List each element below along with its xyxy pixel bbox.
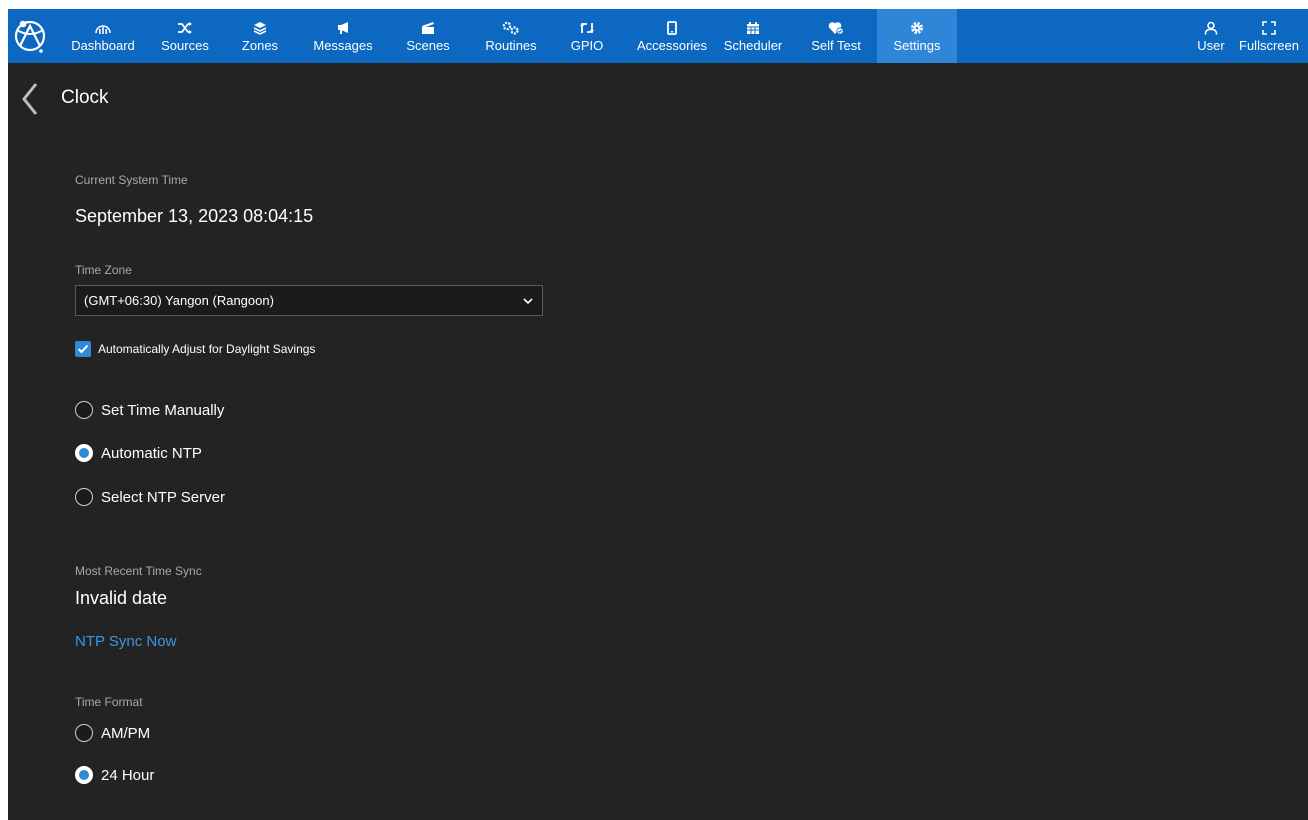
radio-set-time-manually[interactable]: Set Time Manually <box>75 401 224 419</box>
radio-select-ntp-server[interactable]: Select NTP Server <box>75 488 225 506</box>
timezone-label: Time Zone <box>75 263 132 277</box>
timezone-select[interactable]: (GMT+06:30) Yangon (Rangoon) <box>75 285 543 316</box>
dst-checkbox[interactable] <box>75 341 91 357</box>
clapperboard-icon <box>422 22 434 34</box>
nav-fullscreen[interactable]: Fullscreen <box>1234 9 1304 63</box>
brand-logo-icon <box>14 20 46 53</box>
page-title: Clock <box>61 87 109 108</box>
radio-button-selected[interactable] <box>75 444 93 462</box>
radio-button[interactable] <box>75 488 93 506</box>
user-icon <box>1204 21 1218 35</box>
nav-label: Accessories <box>636 37 708 53</box>
dst-label: Automatically Adjust for Daylight Saving… <box>98 342 316 356</box>
radio-label: Set Time Manually <box>101 401 225 419</box>
nav-label: Messages <box>313 37 373 53</box>
sync-value: Invalid date <box>75 588 168 608</box>
gears-icon <box>502 21 519 35</box>
fullscreen-icon <box>1262 21 1276 35</box>
nav-label: Dashboard <box>71 37 135 53</box>
timezone-value: (GMT+06:30) Yangon (Rangoon) <box>84 293 274 308</box>
app-frame: Dashboard Sources Zones Messages Scenes … <box>8 9 1308 820</box>
dashboard-icon <box>95 25 111 34</box>
radio-label: Select NTP Server <box>101 488 225 506</box>
shuffle-icon <box>178 22 192 34</box>
nav-accessories[interactable]: Accessories <box>630 9 714 63</box>
nav-label: Settings <box>893 37 941 53</box>
nav-label: User <box>1197 37 1225 53</box>
swap-arrows-icon <box>580 23 594 33</box>
nav-label: Routines <box>485 37 537 53</box>
radio-24-hour[interactable]: 24 Hour <box>75 766 154 784</box>
nav-scheduler[interactable]: Scheduler <box>716 9 790 63</box>
nav-label: Scenes <box>406 37 450 53</box>
nav-routines[interactable]: Routines <box>478 9 544 63</box>
nav-messages[interactable]: Messages <box>308 9 378 63</box>
current-time-value: September 13, 2023 08:04:15 <box>75 206 314 226</box>
radio-automatic-ntp[interactable]: Automatic NTP <box>75 444 202 462</box>
nav-label: GPIO <box>570 37 604 53</box>
logo[interactable] <box>8 9 52 63</box>
current-time-label: Current System Time <box>75 173 188 187</box>
radio-button-selected[interactable] <box>75 766 93 784</box>
nav-label: Zones <box>241 37 279 53</box>
back-chevron-icon[interactable] <box>20 82 40 116</box>
nav-sources[interactable]: Sources <box>153 9 217 63</box>
nav-self-test[interactable]: Self Test <box>803 9 869 63</box>
radio-am-pm[interactable]: AM/PM <box>75 724 150 742</box>
nav-label: Sources <box>161 37 209 53</box>
nav-gpio[interactable]: GPIO <box>566 9 608 63</box>
nav-label: Fullscreen <box>1239 37 1299 53</box>
megaphone-icon <box>338 22 348 34</box>
top-nav: Dashboard Sources Zones Messages Scenes … <box>8 9 1308 63</box>
time-format-label: Time Format <box>75 695 143 709</box>
sync-label: Most Recent Time Sync <box>75 564 202 578</box>
radio-button[interactable] <box>75 401 93 419</box>
dst-checkbox-row[interactable]: Automatically Adjust for Daylight Saving… <box>75 341 315 357</box>
nav-label: Self Test <box>811 37 861 53</box>
gear-icon <box>910 21 924 35</box>
radio-label: Automatic NTP <box>101 444 202 462</box>
nav-label: Scheduler <box>723 37 783 53</box>
ntp-sync-now-link[interactable]: NTP Sync Now <box>75 633 176 650</box>
layers-icon <box>253 22 267 35</box>
tablet-icon <box>667 21 677 35</box>
nav-dashboard[interactable]: Dashboard <box>68 9 138 63</box>
nav-settings[interactable]: Settings <box>877 9 957 63</box>
nav-scenes[interactable]: Scenes <box>401 9 455 63</box>
chevron-down-icon <box>523 298 533 305</box>
radio-button[interactable] <box>75 724 93 742</box>
nav-user[interactable]: User <box>1194 9 1228 63</box>
calendar-icon <box>747 22 759 34</box>
radio-label: AM/PM <box>101 724 151 742</box>
nav-zones[interactable]: Zones <box>238 9 282 63</box>
checkmark-icon <box>77 344 89 354</box>
heart-check-icon <box>828 22 844 35</box>
radio-label: 24 Hour <box>101 766 155 784</box>
